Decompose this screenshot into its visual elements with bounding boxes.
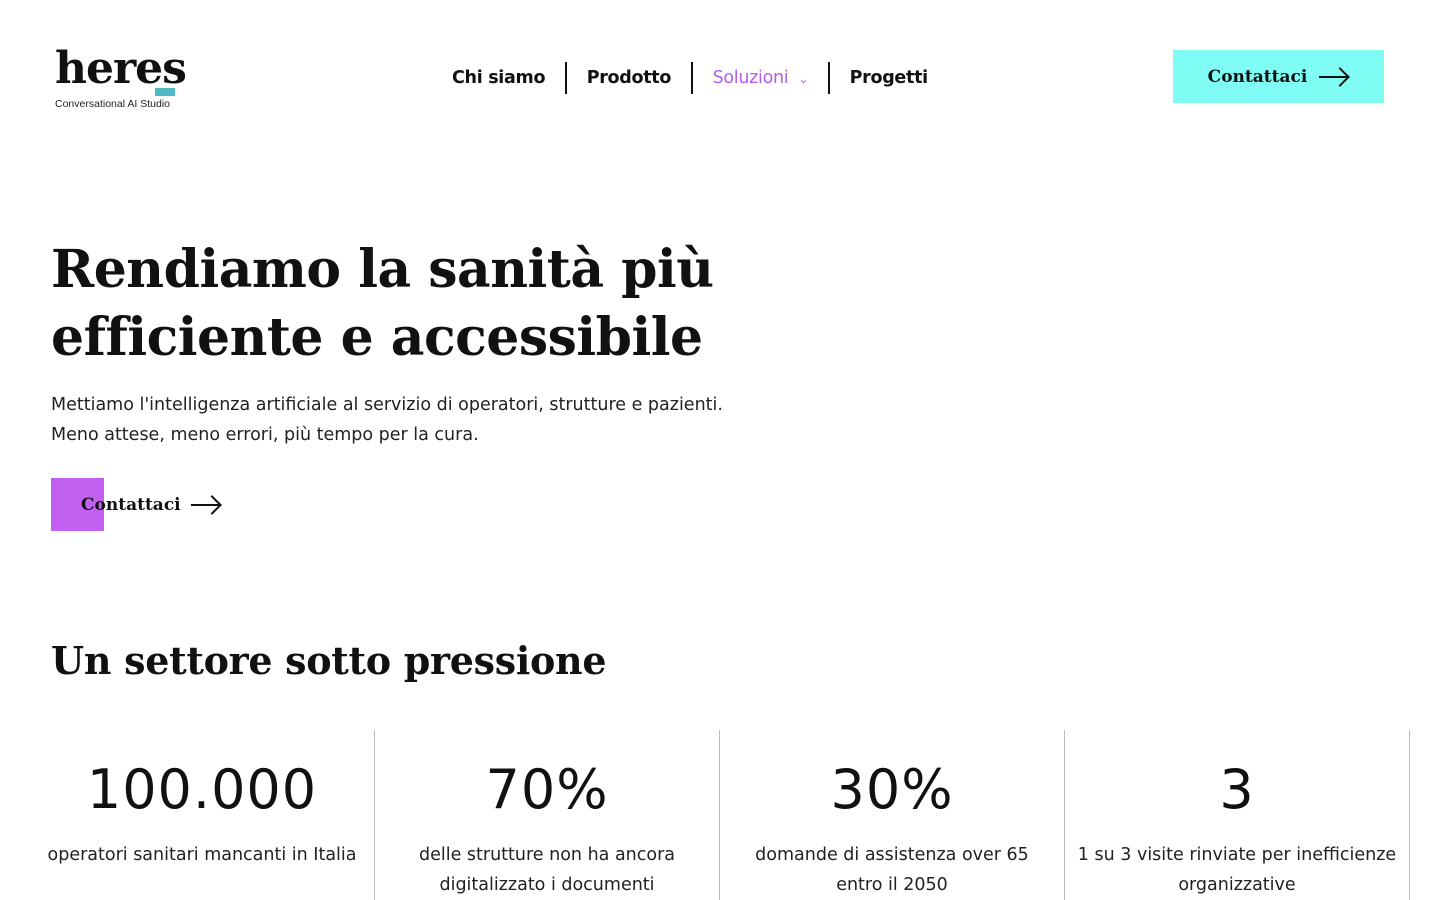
stat-label: 1 su 3 visite rinviate per inefficienze … — [1077, 845, 1397, 895]
logo-wordmark: heres — [55, 43, 187, 94]
nav-item-soluzioni[interactable]: Soluzioni ⌄ — [693, 62, 829, 94]
nav-item-chi-siamo[interactable]: Chi siamo — [432, 62, 565, 94]
hero-subtitle: Mettiamo l'intelligenza artificiale al s… — [51, 390, 811, 450]
hero-subtitle-line-2: Meno attese, meno errori, più tempo per … — [51, 425, 479, 445]
stat-value: 100.000 — [86, 758, 318, 821]
stat-value: 70% — [485, 758, 609, 821]
stat-label: operatori sanitari mancanti in Italia — [47, 845, 357, 865]
stats-row: 100.000 operatori sanitari mancanti in I… — [30, 730, 1410, 900]
main-nav: Chi siamo Prodotto Soluzioni ⌄ Progetti — [432, 62, 948, 94]
stat-card: 70% delle strutture non ha ancora digita… — [374, 730, 719, 900]
header-contact-button[interactable]: Contattaci — [1173, 50, 1384, 103]
logo-accent-bar — [155, 88, 175, 96]
nav-item-progetti[interactable]: Progetti — [830, 62, 948, 94]
stat-value: 30% — [830, 758, 954, 821]
stat-value: 3 — [1219, 758, 1255, 821]
chevron-down-icon: ⌄ — [798, 72, 809, 86]
nav-item-prodotto[interactable]: Prodotto — [567, 62, 691, 94]
hero-contact-label: Contattaci — [81, 494, 181, 515]
hero-title-line-1: Rendiamo la sanità più — [51, 239, 714, 300]
stat-card: 3 1 su 3 visite rinviate per inefficienz… — [1064, 730, 1410, 900]
stat-card: 30% domande di assistenza over 65 entro … — [719, 730, 1064, 900]
stat-label: delle strutture non ha ancora digitalizz… — [418, 845, 676, 895]
header-contact-label: Contattaci — [1207, 66, 1308, 87]
logo-tagline: Conversational AI Studio — [55, 98, 170, 110]
section-title: Un settore sotto pressione — [51, 638, 607, 683]
stat-label: domande di assistenza over 65 entro il 2… — [755, 845, 1029, 895]
arrow-right-icon — [1319, 67, 1349, 87]
stat-card: 100.000 operatori sanitari mancanti in I… — [30, 730, 374, 900]
logo[interactable]: heres Conversational AI Studio — [55, 43, 187, 112]
hero-subtitle-line-1: Mettiamo l'intelligenza artificiale al s… — [51, 395, 723, 415]
hero-title: Rendiamo la sanità più efficiente e acce… — [51, 236, 811, 372]
hero-contact-button[interactable]: Contattaci — [51, 478, 221, 531]
hero-title-line-2: efficiente e accessibile — [51, 307, 703, 368]
nav-item-soluzioni-label: Soluzioni — [712, 68, 789, 88]
arrow-right-icon — [190, 495, 221, 515]
